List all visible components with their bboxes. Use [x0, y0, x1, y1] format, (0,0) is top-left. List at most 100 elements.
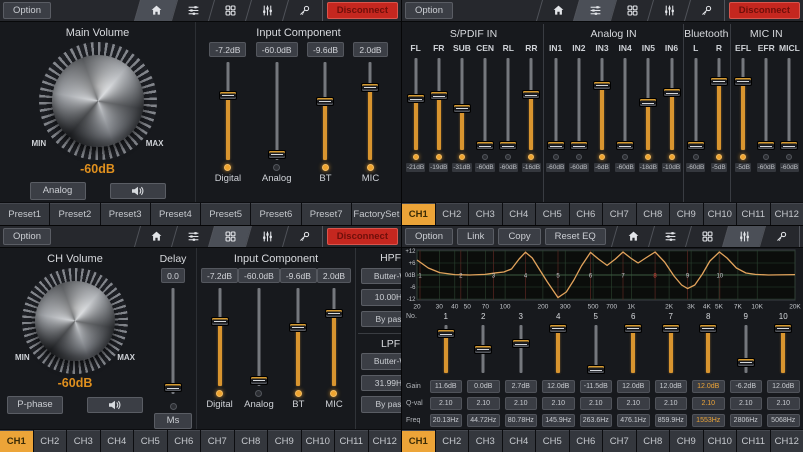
tab-ch12[interactable]: CH12: [771, 203, 803, 225]
toolbar-mixer-icon[interactable]: [648, 226, 691, 247]
tab-ch7[interactable]: CH7: [603, 430, 636, 452]
slider-value-badge[interactable]: -7.2dB: [201, 268, 238, 283]
slider-value-badge[interactable]: -60.0dB: [238, 268, 280, 283]
tab-ch5[interactable]: CH5: [536, 430, 569, 452]
tab-ch2[interactable]: CH2: [34, 430, 67, 452]
toolbar-grid-icon[interactable]: [208, 226, 251, 247]
eq-freq-badge-2[interactable]: 44.72Hz: [467, 414, 500, 427]
toolbar-faders-icon[interactable]: [245, 0, 288, 21]
eq-q-badge-2[interactable]: 2.10: [467, 397, 500, 410]
option-button[interactable]: Option: [3, 2, 51, 20]
slider-handle[interactable]: [549, 324, 567, 333]
eq-band-slider-6[interactable]: [621, 323, 645, 375]
tab-ch5[interactable]: CH5: [536, 203, 569, 225]
toolbar-mixer-icon[interactable]: [573, 0, 616, 21]
slider-in6[interactable]: [660, 56, 684, 152]
delay-unit-button[interactable]: Ms: [154, 413, 192, 430]
slider-bt[interactable]: [286, 286, 310, 388]
tab-ch2[interactable]: CH2: [436, 430, 469, 452]
eq-gain-badge-10[interactable]: 12.0dB: [767, 380, 800, 393]
tab-ch10[interactable]: CH10: [704, 203, 737, 225]
tab-ch9[interactable]: CH9: [670, 430, 703, 452]
slider-handle[interactable]: [639, 98, 657, 107]
slider-mic[interactable]: [358, 60, 382, 162]
slider-digital[interactable]: [208, 286, 232, 388]
slider-handle[interactable]: [662, 324, 680, 333]
slider-fl[interactable]: [404, 56, 428, 152]
eq-gain-badge-1[interactable]: 11.6dB: [430, 380, 463, 393]
lpf-bypass-button[interactable]: By pass: [361, 396, 401, 413]
toolbar-faders-icon[interactable]: [647, 0, 690, 21]
p-phase-button[interactable]: P-phase: [7, 396, 63, 414]
slider-value-badge[interactable]: -9.6dB: [307, 42, 344, 57]
slider-handle[interactable]: [687, 141, 705, 150]
slider-handle[interactable]: [699, 324, 717, 333]
lpf-freq-button[interactable]: 31.99Hz: [361, 375, 401, 392]
option-button[interactable]: Option: [405, 2, 453, 20]
tab-ch4[interactable]: CH4: [503, 203, 536, 225]
slider-sub[interactable]: [450, 56, 474, 152]
eq-q-badge-10[interactable]: 2.10: [767, 397, 800, 410]
tab-ch9[interactable]: CH9: [268, 430, 301, 452]
slider-handle[interactable]: [624, 324, 642, 333]
tab-ch4[interactable]: CH4: [101, 430, 134, 452]
slider-handle[interactable]: [474, 345, 492, 354]
slider-handle[interactable]: [547, 141, 565, 150]
slider-fr[interactable]: [427, 56, 451, 152]
eq-gain-badge-4[interactable]: 12.0dB: [542, 380, 575, 393]
tab-ch11[interactable]: CH11: [737, 430, 770, 452]
slider-in3[interactable]: [590, 56, 614, 152]
delay-value-badge[interactable]: 0.0: [161, 268, 185, 283]
slider-in2[interactable]: [567, 56, 591, 152]
slider-handle[interactable]: [737, 358, 755, 367]
slider-handle[interactable]: [164, 383, 182, 392]
option-button[interactable]: Option: [405, 228, 453, 246]
toolbar-key-icon[interactable]: [759, 226, 802, 247]
slider-handle[interactable]: [587, 365, 605, 374]
tab-ch3[interactable]: CH3: [469, 430, 502, 452]
toolbar-faders-icon[interactable]: [245, 226, 288, 247]
slider-handle[interactable]: [219, 91, 237, 100]
eq-freq-badge-1[interactable]: 20.13Hz: [430, 414, 463, 427]
eq-gain-badge-2[interactable]: 0.0dB: [467, 380, 500, 393]
reset-eq-button[interactable]: Reset EQ: [545, 228, 606, 246]
slider-l[interactable]: [684, 56, 708, 152]
disconnect-button[interactable]: Disconnect: [729, 2, 800, 20]
slider-micl[interactable]: [777, 56, 801, 152]
tab-ch1[interactable]: CH1: [402, 203, 435, 225]
eq-band-slider-1[interactable]: [434, 323, 458, 375]
slider-handle[interactable]: [663, 88, 681, 97]
slider-handle[interactable]: [522, 90, 540, 99]
delay-slider[interactable]: [161, 286, 185, 396]
slider-in1[interactable]: [544, 56, 568, 152]
eq-band-slider-3[interactable]: [509, 323, 533, 375]
mute-button[interactable]: [110, 183, 166, 199]
eq-freq-badge-3[interactable]: 80.78Hz: [505, 414, 538, 427]
eq-freq-badge-9[interactable]: 2806Hz: [730, 414, 763, 427]
option-button[interactable]: Option: [3, 228, 51, 246]
slider-handle[interactable]: [289, 323, 307, 332]
tab-ch9[interactable]: CH9: [670, 203, 703, 225]
slider-mic[interactable]: [322, 286, 346, 388]
eq-freq-badge-6[interactable]: 476.1Hz: [617, 414, 650, 427]
copy-button[interactable]: Copy: [498, 228, 540, 246]
eq-freq-badge-7[interactable]: 859.9Hz: [655, 414, 688, 427]
slider-handle[interactable]: [268, 150, 286, 159]
slider-handle[interactable]: [593, 81, 611, 90]
knob-face[interactable]: [35, 281, 115, 361]
hpf-bypass-button[interactable]: By pass: [361, 311, 401, 328]
tab-ch8[interactable]: CH8: [637, 203, 670, 225]
mute-button[interactable]: [87, 397, 143, 413]
eq-band-slider-10[interactable]: [771, 323, 795, 375]
tab-ch1[interactable]: CH1: [402, 430, 435, 452]
tab-ch2[interactable]: CH2: [436, 203, 469, 225]
preset-button-preset5[interactable]: Preset5: [201, 203, 250, 225]
slider-handle[interactable]: [476, 141, 494, 150]
eq-q-badge-4[interactable]: 2.10: [542, 397, 575, 410]
preset-button-preset3[interactable]: Preset3: [101, 203, 150, 225]
tab-ch3[interactable]: CH3: [469, 203, 502, 225]
tab-ch4[interactable]: CH4: [503, 430, 536, 452]
toolbar-grid-icon[interactable]: [610, 0, 653, 21]
slider-handle[interactable]: [211, 317, 229, 326]
toolbar-key-icon[interactable]: [282, 0, 325, 21]
